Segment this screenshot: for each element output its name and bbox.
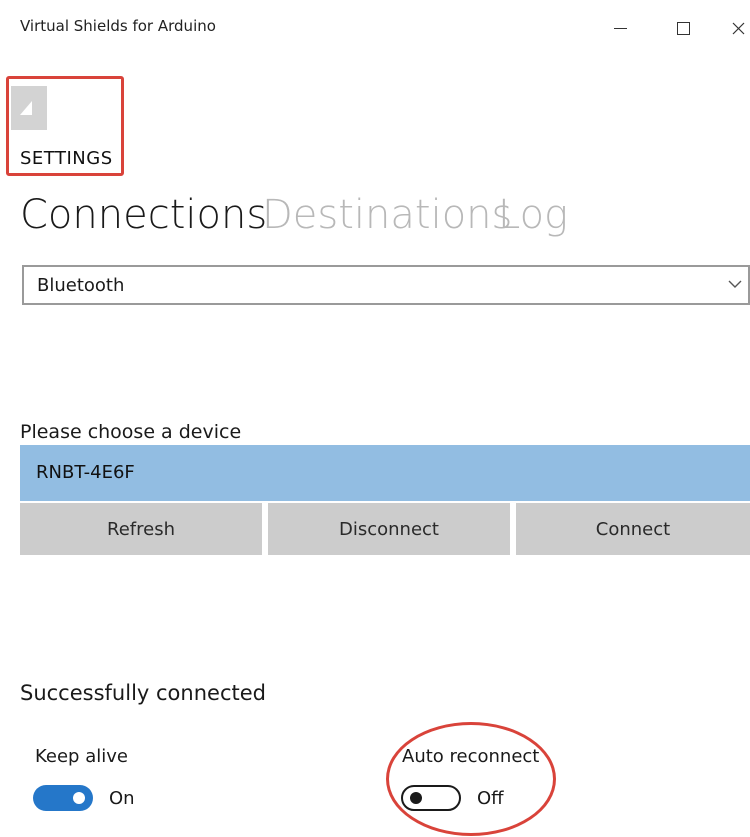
minimize-icon bbox=[613, 27, 627, 29]
connection-type-value: Bluetooth bbox=[37, 275, 125, 296]
window-title: Virtual Shields for Arduino bbox=[20, 17, 216, 35]
annotation-ellipse bbox=[386, 722, 556, 836]
chevron-down-icon bbox=[728, 280, 742, 288]
keep-alive-toggle[interactable] bbox=[33, 785, 93, 811]
connection-type-dropdown[interactable]: Bluetooth bbox=[22, 265, 750, 305]
annotation-rectangle bbox=[6, 76, 124, 176]
device-list-prompt: Please choose a device bbox=[20, 421, 242, 443]
keep-alive-label: Keep alive bbox=[35, 746, 128, 767]
close-icon bbox=[732, 22, 744, 34]
disconnect-button[interactable]: Disconnect bbox=[268, 503, 510, 555]
settings-window: Virtual Shields for Arduino SETTINGS Con… bbox=[0, 0, 750, 837]
device-list-item[interactable]: RNBT-4E6F bbox=[20, 445, 750, 501]
device-name: RNBT-4E6F bbox=[36, 462, 135, 483]
connection-status: Successfully connected bbox=[20, 681, 266, 705]
maximize-button[interactable] bbox=[663, 12, 703, 44]
refresh-button[interactable]: Refresh bbox=[20, 503, 262, 555]
tab-connections[interactable]: Connections bbox=[20, 187, 267, 243]
toggle-knob bbox=[73, 792, 85, 804]
close-button[interactable] bbox=[718, 12, 750, 44]
keep-alive-state: On bbox=[109, 788, 135, 809]
minimize-button[interactable] bbox=[600, 12, 640, 44]
connect-button[interactable]: Connect bbox=[516, 503, 750, 555]
maximize-icon bbox=[676, 21, 690, 35]
title-bar: Virtual Shields for Arduino bbox=[0, 0, 750, 56]
tab-destinations[interactable]: Destinations bbox=[262, 187, 512, 243]
tab-log[interactable]: Log bbox=[498, 187, 568, 243]
